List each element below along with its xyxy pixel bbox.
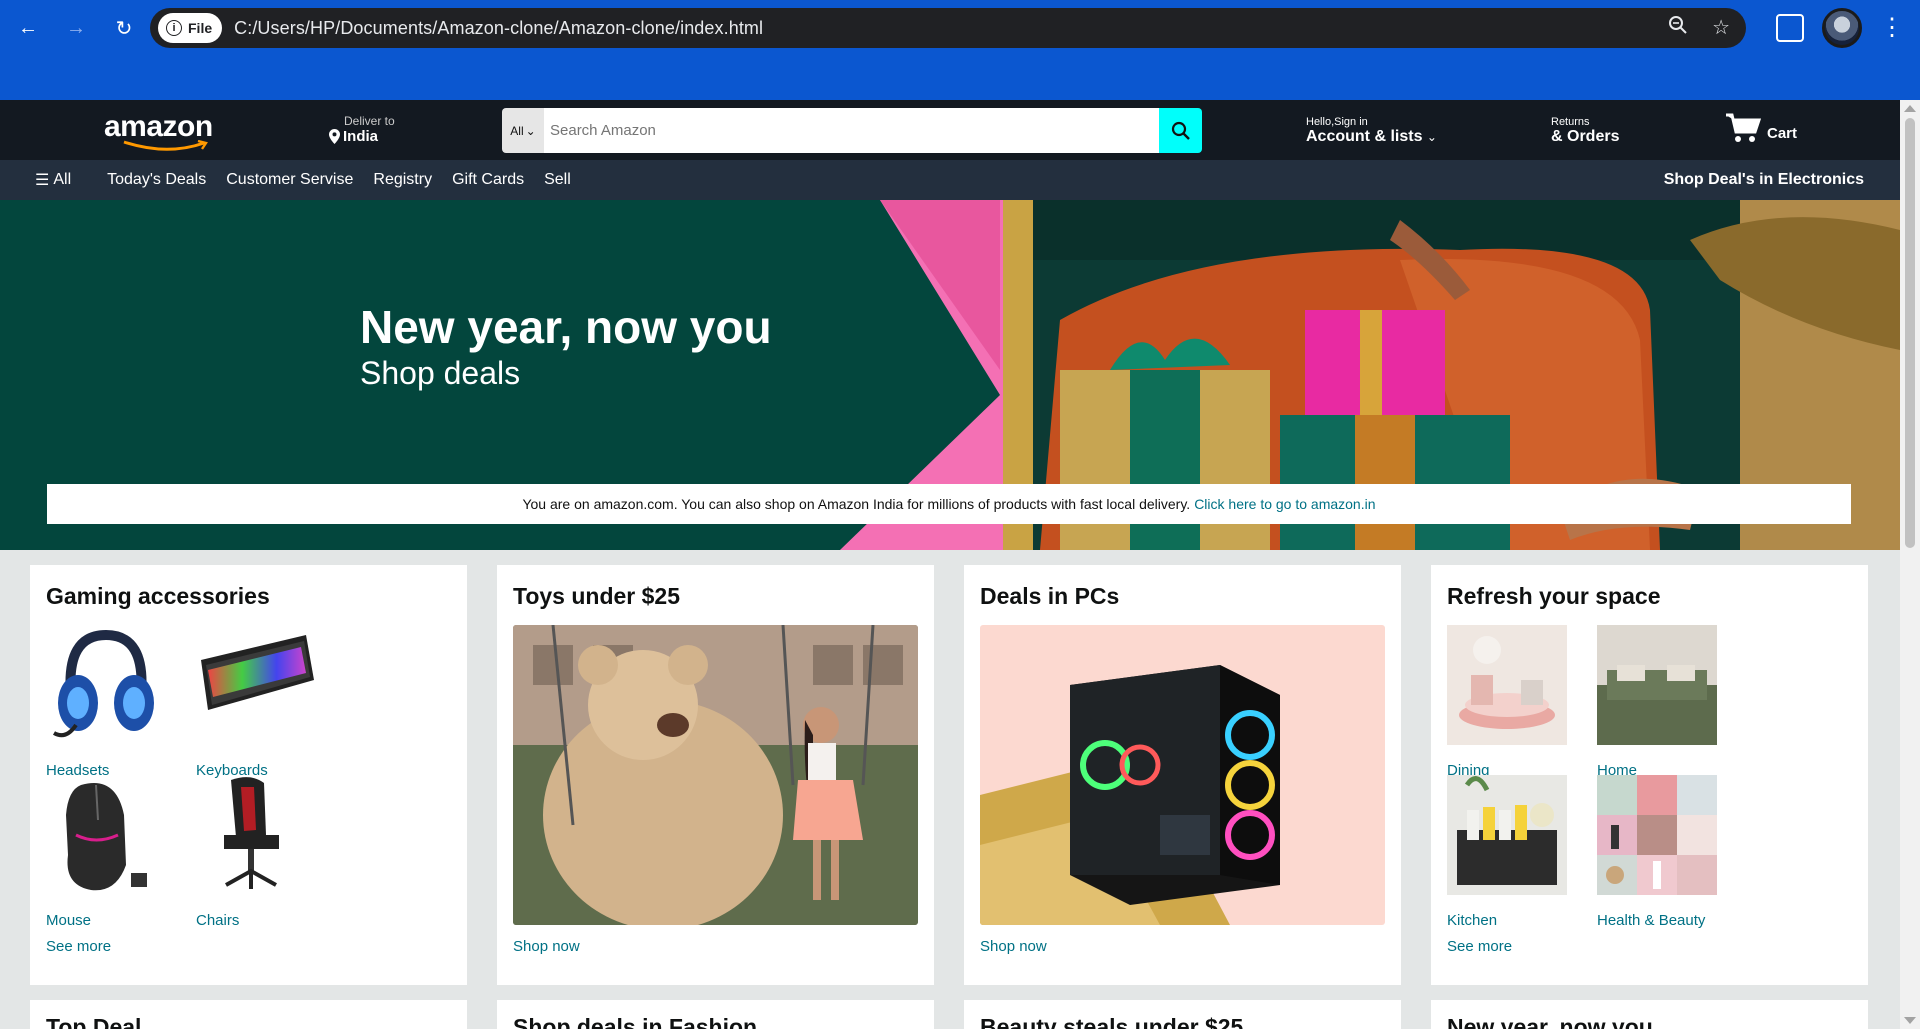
amazon-header: amazon Deliver to India All ⌄ Hello,Sign… xyxy=(0,100,1900,160)
account-lists[interactable]: Hello,Sign in Account & lists ⌄ xyxy=(1306,116,1437,146)
search-icon xyxy=(1171,121,1190,140)
amazon-logo[interactable]: amazon xyxy=(104,110,222,152)
browser-toolbar: ← → ↻ i File C:/Users/HP/Documents/Amazo… xyxy=(0,0,1920,56)
see-more-link[interactable]: See more xyxy=(1447,938,1512,955)
toys-image[interactable] xyxy=(513,625,918,925)
beauty-image xyxy=(1597,775,1717,895)
logo-smile-icon xyxy=(123,140,208,151)
shop-now-link[interactable]: Shop now xyxy=(513,938,580,955)
cart-icon xyxy=(1726,113,1761,142)
bookmark-star-icon[interactable]: ☆ xyxy=(1712,15,1730,41)
back-icon[interactable]: ← xyxy=(8,8,48,48)
page-scrollbar[interactable] xyxy=(1900,100,1920,1029)
grid-item-dining[interactable]: Dining xyxy=(1447,625,1567,779)
grid-item-mouse[interactable]: Mouse xyxy=(46,775,166,929)
search-input[interactable] xyxy=(544,108,1159,153)
headset-image xyxy=(52,629,154,738)
info-icon: i xyxy=(166,20,182,36)
nav-link-gift-cards[interactable]: Gift Cards xyxy=(452,171,524,189)
grid-item-health-beauty[interactable]: Health & Beauty xyxy=(1597,775,1717,929)
shop-now-link[interactable]: Shop now xyxy=(980,938,1047,955)
deliver-to[interactable]: Deliver to India xyxy=(329,114,395,145)
nav-link-todays-deals[interactable]: Today's Deals xyxy=(107,171,206,189)
card-title: Deals in PCs xyxy=(980,583,1120,609)
bookmarks-strip xyxy=(0,56,1920,100)
more-menu-icon[interactable]: ⋮ xyxy=(1880,16,1904,40)
nav-link-customer-service[interactable]: Customer Servise xyxy=(226,171,353,189)
amazon-nav-bar: ☰ All Today's Deals Customer Servise Reg… xyxy=(0,160,1900,200)
region-notice: You are on amazon.com. You can also shop… xyxy=(47,484,1851,524)
grid-item-keyboards[interactable]: Keyboards xyxy=(196,625,316,779)
extensions-icon[interactable] xyxy=(1776,14,1804,42)
hamburger-icon: ☰ xyxy=(35,172,50,189)
grid-item-chairs[interactable]: Chairs xyxy=(196,775,316,929)
hero-subtitle: Shop deals xyxy=(360,355,521,391)
grid-item-headsets[interactable]: Headsets xyxy=(46,625,166,779)
zoom-icon[interactable] xyxy=(1668,15,1688,41)
card-beauty-steals: Beauty steals under $25 xyxy=(964,1000,1401,1029)
card-deals-in-pcs: Deals in PCs Shop now xyxy=(964,565,1401,985)
deliver-country: India xyxy=(343,128,379,145)
home-image xyxy=(1597,625,1717,745)
profile-avatar[interactable] xyxy=(1822,8,1862,48)
site-info-chip[interactable]: i File xyxy=(158,13,223,43)
hero-title: New year, now you xyxy=(360,301,772,353)
amazon-in-link[interactable]: Click here to go to amazon.in xyxy=(1194,496,1375,512)
nav-link-registry[interactable]: Registry xyxy=(373,171,432,189)
kitchen-image xyxy=(1447,775,1567,895)
hero-banner[interactable]: New year, now you Shop deals You are on … xyxy=(0,200,1900,550)
keyboard-image xyxy=(201,635,314,710)
search-category-select[interactable]: All ⌄ xyxy=(502,108,544,153)
chevron-down-icon: ⌄ xyxy=(525,123,536,138)
page-viewport: amazon Deliver to India All ⌄ Hello,Sign… xyxy=(0,100,1900,1029)
returns-orders[interactable]: Returns & Orders xyxy=(1551,116,1619,146)
scroll-up-icon[interactable] xyxy=(1904,105,1916,112)
card-top-deal: Top Deal xyxy=(30,1000,467,1029)
pc-image[interactable] xyxy=(980,625,1385,925)
card-toys-under-25: Toys under $25 Shop now xyxy=(497,565,934,985)
scroll-down-icon[interactable] xyxy=(1904,1017,1916,1024)
url-text[interactable]: C:/Users/HP/Documents/Amazon-clone/Amazo… xyxy=(234,18,763,39)
grid-item-home[interactable]: Home xyxy=(1597,625,1717,779)
address-bar[interactable]: i File C:/Users/HP/Documents/Amazon-clon… xyxy=(150,8,1746,48)
card-refresh-your-space: Refresh your space Dining Home Kitchen H… xyxy=(1431,565,1868,985)
card-gaming-accessories: Gaming accessories Headsets Keyboards Mo… xyxy=(30,565,467,985)
nav-link-electronics-deals[interactable]: Shop Deal's in Electronics xyxy=(1664,171,1864,189)
search-bar: All ⌄ xyxy=(502,108,1202,153)
chair-image xyxy=(224,777,279,889)
card-new-year: New year, now you xyxy=(1431,1000,1868,1029)
location-pin-icon xyxy=(329,129,340,144)
scroll-thumb[interactable] xyxy=(1905,118,1915,548)
chevron-down-icon: ⌄ xyxy=(1426,130,1437,144)
card-title: Toys under $25 xyxy=(513,583,681,609)
reload-icon[interactable]: ↻ xyxy=(104,8,144,48)
file-label: File xyxy=(188,20,213,36)
card-fashion-deals: Shop deals in Fashion xyxy=(497,1000,934,1029)
see-more-link[interactable]: See more xyxy=(46,938,111,955)
mouse-image xyxy=(66,783,147,891)
grid-item-kitchen[interactable]: Kitchen xyxy=(1447,775,1567,929)
nav-link-sell[interactable]: Sell xyxy=(544,171,571,189)
dining-image xyxy=(1447,625,1567,745)
card-title: Refresh your space xyxy=(1447,583,1661,609)
cart-button[interactable]: Cart xyxy=(1725,112,1797,144)
all-menu-button[interactable]: ☰ All xyxy=(35,170,71,190)
forward-icon[interactable]: → xyxy=(56,8,96,48)
search-button[interactable] xyxy=(1159,108,1202,153)
card-title: Gaming accessories xyxy=(46,583,270,609)
